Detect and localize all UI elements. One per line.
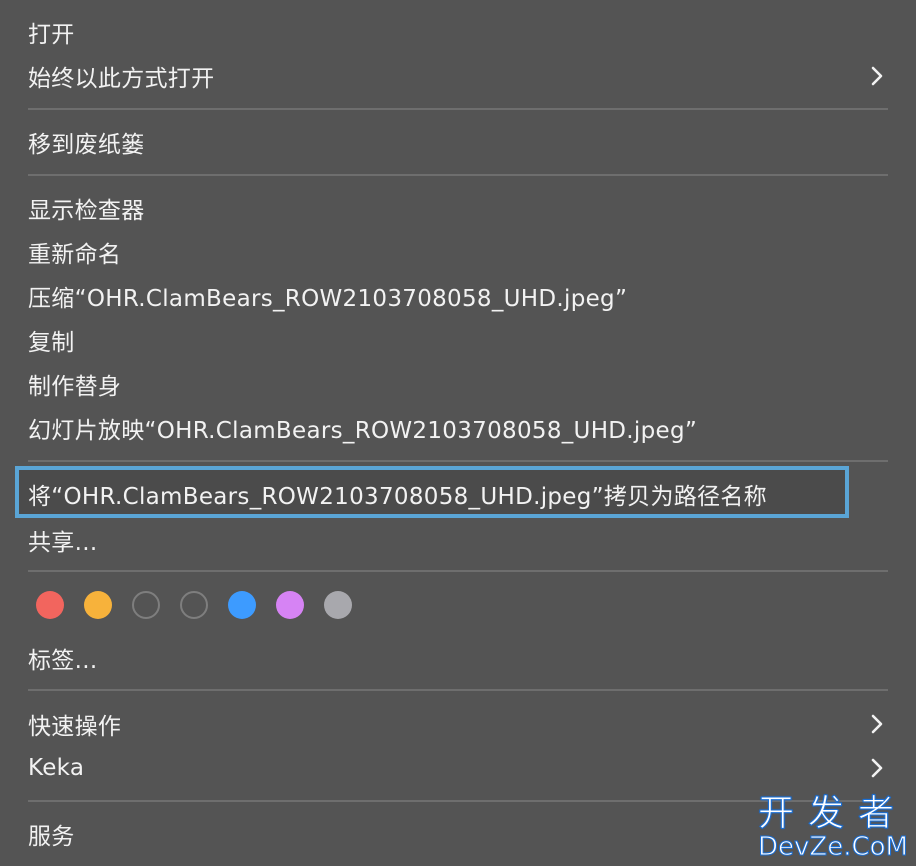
menu-item-label: 标签...	[28, 648, 98, 674]
menu-separator	[28, 689, 888, 691]
menu-item-label: 将“OHR.ClamBears_ROW2103708058_UHD.jpeg”拷…	[28, 484, 767, 510]
context-menu: 打开 始终以此方式打开 移到废纸篓 显示检查器 重新命名 压缩“OHR.Clam…	[0, 0, 916, 866]
menu-item-compress[interactable]: 压缩“OHR.ClamBears_ROW2103708058_UHD.jpeg”	[28, 276, 888, 316]
chevron-right-icon	[866, 713, 888, 735]
menu-item-quick-actions[interactable]: 快速操作	[28, 704, 888, 744]
menu-item-slideshow[interactable]: 幻灯片放映“OHR.ClamBears_ROW2103708058_UHD.jp…	[28, 408, 888, 448]
menu-item-label: 始终以此方式打开	[28, 66, 215, 92]
menu-item-label: 幻灯片放映“OHR.ClamBears_ROW2103708058_UHD.jp…	[28, 418, 698, 444]
tag-blue-button[interactable]	[228, 591, 256, 619]
tag-none-button[interactable]	[180, 591, 208, 619]
menu-item-move-to-trash[interactable]: 移到废纸篓	[28, 122, 888, 162]
menu-item-show-inspector[interactable]: 显示检查器	[28, 188, 888, 228]
menu-item-label: 快速操作	[28, 714, 122, 740]
menu-item-label: 打开	[28, 22, 75, 48]
menu-item-label: 重新命名	[28, 242, 122, 268]
menu-item-make-alias[interactable]: 制作替身	[28, 364, 888, 404]
menu-item-rename[interactable]: 重新命名	[28, 232, 888, 272]
tag-orange-button[interactable]	[84, 591, 112, 619]
menu-separator	[28, 570, 888, 572]
tag-red-button[interactable]	[36, 591, 64, 619]
menu-item-label: Keka	[28, 755, 85, 781]
menu-item-always-open-with[interactable]: 始终以此方式打开	[28, 56, 888, 96]
menu-item-label: 显示检查器	[28, 198, 145, 224]
chevron-right-icon	[866, 65, 888, 87]
menu-item-tags[interactable]: 标签...	[28, 638, 888, 678]
tag-none-button[interactable]	[132, 591, 160, 619]
watermark-en: DevZe.CoM	[757, 832, 908, 862]
menu-item-label: 复制	[28, 330, 75, 356]
menu-separator	[28, 460, 888, 462]
menu-item-keka[interactable]: Keka	[28, 748, 888, 788]
tag-color-row	[36, 591, 352, 619]
watermark-logo: 开发者 DevZe.CoM	[757, 793, 908, 862]
menu-separator	[28, 108, 888, 110]
menu-separator	[28, 174, 888, 176]
menu-item-duplicate[interactable]: 复制	[28, 320, 888, 360]
tag-purple-button[interactable]	[276, 591, 304, 619]
menu-item-share[interactable]: 共享...	[28, 520, 888, 560]
menu-item-label: 共享...	[28, 530, 98, 556]
menu-item-open[interactable]: 打开	[28, 12, 888, 52]
menu-item-label: 压缩“OHR.ClamBears_ROW2103708058_UHD.jpeg”	[28, 286, 628, 312]
menu-item-label: 制作替身	[28, 374, 122, 400]
watermark-cn: 开发者	[757, 793, 908, 834]
tag-gray-button[interactable]	[324, 591, 352, 619]
menu-item-copy-as-pathname[interactable]: 将“OHR.ClamBears_ROW2103708058_UHD.jpeg”拷…	[28, 474, 888, 514]
chevron-right-icon	[866, 757, 888, 779]
menu-item-label: 移到废纸篓	[28, 132, 145, 158]
